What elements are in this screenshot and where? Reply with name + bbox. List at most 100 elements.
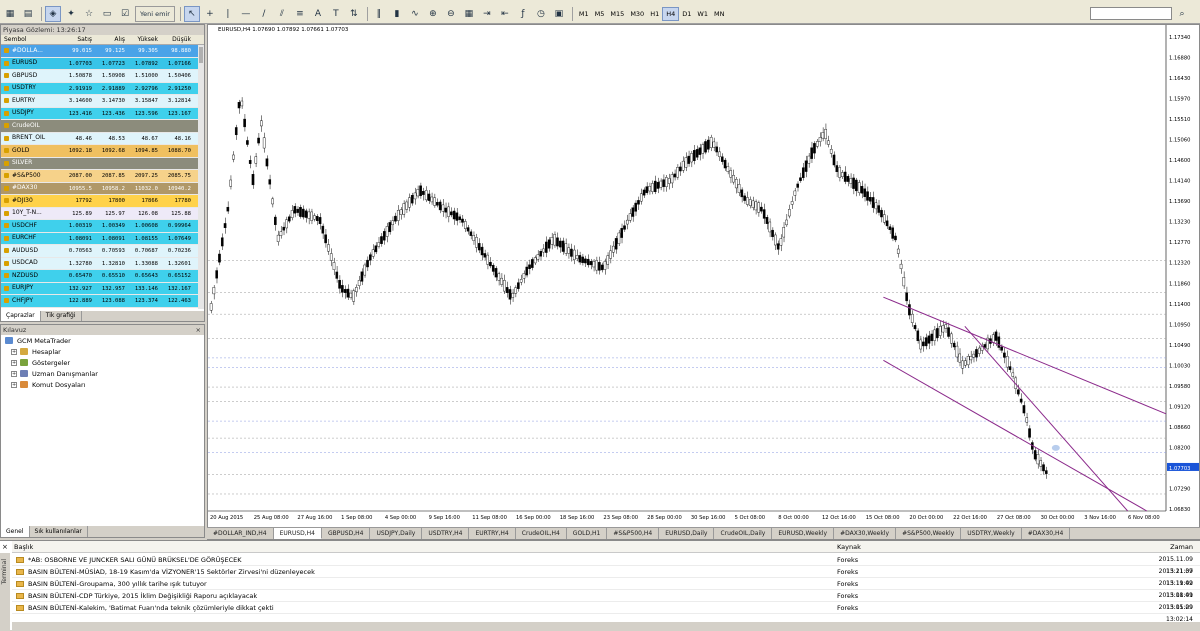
market-watch-row[interactable]: #DOLLA... 99.015 99.125 99.305 98.880 <box>1 45 204 58</box>
chart-tab[interactable]: CrudeOIL,Daily <box>714 528 773 539</box>
market-watch-row[interactable]: CrudeOIL <box>1 120 204 133</box>
arrows-icon[interactable]: ⇅ <box>346 6 362 22</box>
col-source[interactable]: Kaynak <box>837 541 1137 552</box>
profiles-icon[interactable]: ▤ <box>20 6 36 22</box>
market-watch-row[interactable]: EURJPY 132.927 132.957 133.146 132.167 <box>1 282 204 295</box>
news-row[interactable]: BASIN BÜLTENİ-Groupama, 300 yıllık tarih… <box>12 578 1200 599</box>
timeframe-h4[interactable]: H4 <box>662 6 680 21</box>
market-watch-row[interactable]: SILVER <box>1 157 204 170</box>
close-icon[interactable]: × <box>2 543 8 551</box>
tab-tick-chart[interactable]: Tik grafiği <box>41 311 82 321</box>
col-time[interactable]: Zaman <box>1137 541 1197 552</box>
chart-tab[interactable]: USDTRY,Weekly <box>961 528 1022 539</box>
market-watch-row[interactable]: CHFJPY 122.889 123.088 123.374 122.463 <box>1 295 204 308</box>
terminal-toggle-icon[interactable]: ▭ <box>99 6 115 22</box>
trendline-icon[interactable]: / <box>256 6 272 22</box>
periods-icon[interactable]: ◷ <box>533 6 549 22</box>
market-watch-row[interactable]: 10Y_T-N... 125.89 125.97 126.08 125.88 <box>1 207 204 220</box>
expand-icon[interactable]: + <box>11 348 17 355</box>
line-chart-icon[interactable]: ∿ <box>407 6 423 22</box>
navigator-item-indicators[interactable]: + Göstergeler <box>1 357 204 368</box>
tab-symbols[interactable]: Çaprazlar <box>1 311 41 321</box>
col-symbol[interactable]: Sembol <box>1 35 61 44</box>
chart-window[interactable]: EURUSD,H4 1.07690 1.07892 1.07661 1.0770… <box>207 24 1200 540</box>
chart-tab[interactable]: #DAX30,H4 <box>1022 528 1071 539</box>
zoom-in-icon[interactable]: ⊕ <box>425 6 441 22</box>
market-watch-row[interactable]: #S&P500 2087.00 2087.85 2097.25 2085.75 <box>1 170 204 183</box>
tester-icon[interactable]: ☑ <box>117 6 133 22</box>
bar-chart-icon[interactable]: ‖ <box>371 6 387 22</box>
chart-tab[interactable]: EURTRY,H4 <box>469 528 516 539</box>
data-window-icon[interactable]: ✦ <box>63 6 79 22</box>
label-icon[interactable]: T <box>328 6 344 22</box>
expand-icon[interactable]: + <box>11 381 17 388</box>
timeframe-m15[interactable]: M15 <box>607 7 627 21</box>
market-watch-row[interactable]: EURUSD 1.07703 1.07723 1.07892 1.07166 <box>1 57 204 70</box>
col-high[interactable]: Yüksek <box>127 35 160 44</box>
fibonacci-icon[interactable]: ≡ <box>292 6 308 22</box>
navigator-item-experts[interactable]: + Uzman Danışmanlar <box>1 368 204 379</box>
chart-tab[interactable]: #S&P500,H4 <box>607 528 660 539</box>
col-ask[interactable]: Alış <box>94 35 127 44</box>
timeframe-h1[interactable]: H1 <box>647 7 662 21</box>
search-input[interactable] <box>1090 7 1172 20</box>
timeframe-m1[interactable]: M1 <box>576 7 592 21</box>
search-icon[interactable]: ⌕ <box>1174 6 1190 22</box>
chart-tab[interactable]: USDTRY,H4 <box>422 528 470 539</box>
market-watch-toggle-icon[interactable]: ◈ <box>45 5 61 22</box>
market-watch-row[interactable]: #DAX30 10955.5 10958.2 11032.0 10940.2 <box>1 182 204 195</box>
tab-general[interactable]: Genel <box>1 526 30 537</box>
navigator-root[interactable]: GCM MetaTrader <box>1 335 204 346</box>
chart-tab[interactable]: EURUSD,Weekly <box>772 528 835 539</box>
new-chart-icon[interactable]: ▦ <box>2 6 18 22</box>
chart-tab[interactable]: EURUSD,H4 <box>273 528 323 539</box>
market-watch-row[interactable]: #DJI30 17792 17800 17866 17780 <box>1 195 204 208</box>
market-watch-row[interactable]: EURCHF 1.08091 1.08091 1.08155 1.07649 <box>1 232 204 245</box>
tab-favorites[interactable]: Sık kullanılanlar <box>30 526 88 537</box>
chart-tab[interactable]: GOLD,H1 <box>567 528 608 539</box>
news-row[interactable]: BASIN BÜLTENİ-Kalekim, 'Batimat Fuarı'nd… <box>12 602 1200 623</box>
expand-icon[interactable]: + <box>11 359 17 366</box>
chart-tab[interactable]: #S&P500,Weekly <box>896 528 962 539</box>
market-watch-row[interactable]: BRENT_OIL 48.46 48.53 48.67 48.16 <box>1 132 204 145</box>
market-watch-row[interactable]: USDTRY 2.91919 2.91889 2.92796 2.91250 <box>1 82 204 95</box>
timeframe-m30[interactable]: M30 <box>627 7 647 21</box>
crosshair-icon[interactable]: + <box>202 6 218 22</box>
market-watch-row[interactable]: GOLD 1092.18 1092.68 1094.85 1088.70 <box>1 145 204 158</box>
chart-tab[interactable]: #DAX30,Weekly <box>834 528 897 539</box>
col-title[interactable]: Başlık <box>12 541 837 552</box>
market-watch-row[interactable]: EURTRY 3.14600 3.14730 3.15847 3.12814 <box>1 95 204 108</box>
market-watch-scrollbar[interactable] <box>198 45 204 309</box>
chart-tab[interactable]: EURUSD,Daily <box>659 528 715 539</box>
text-icon[interactable]: A <box>310 6 326 22</box>
channel-icon[interactable]: ⫽ <box>274 6 290 22</box>
timeframe-m5[interactable]: M5 <box>592 7 608 21</box>
news-row[interactable]: BASIN BÜLTENİ-CDP Türkiye, 2015 İklim De… <box>12 590 1200 611</box>
chart-tab[interactable]: USDJPY,Daily <box>370 528 423 539</box>
market-watch-row[interactable]: USDCHF 1.00319 1.00349 1.00608 0.99964 <box>1 220 204 233</box>
navigator-toggle-icon[interactable]: ☆ <box>81 6 97 22</box>
navigator-item-scripts[interactable]: + Komut Dosyaları <box>1 379 204 390</box>
vertical-line-icon[interactable]: | <box>220 6 236 22</box>
horizontal-line-icon[interactable]: — <box>238 6 254 22</box>
candle-chart-icon[interactable]: ▮ <box>389 6 405 22</box>
chart-tab[interactable]: GBPUSD,H4 <box>322 528 371 539</box>
price-chart[interactable]: 1.17340 1.16880 1.16430 1.15970 1.15510 1.150… <box>208 25 1199 528</box>
news-row[interactable]: BASIN BÜLTENİ-MÜSİAD, 18-19 Kasım'da VİZ… <box>12 566 1200 587</box>
news-row[interactable]: *AB: OSBORNE VE JUNCKER SALI GÜNÜ BRÜKSE… <box>12 554 1200 575</box>
market-watch-row[interactable]: USDCAD 1.32780 1.32810 1.33088 1.32601 <box>1 257 204 270</box>
market-watch-row[interactable]: GBPUSD 1.50878 1.50908 1.51000 1.50406 <box>1 70 204 83</box>
tile-windows-icon[interactable]: ▦ <box>461 6 477 22</box>
expand-icon[interactable]: + <box>11 370 17 377</box>
templates-icon[interactable]: ▣ <box>551 6 567 22</box>
col-bid[interactable]: Satış <box>61 35 94 44</box>
navigator-item-accounts[interactable]: + Hesaplar <box>1 346 204 357</box>
zoom-out-icon[interactable]: ⊖ <box>443 6 459 22</box>
chart-tab[interactable]: CrudeOIL,H4 <box>516 528 567 539</box>
close-icon[interactable]: × <box>196 325 201 335</box>
col-low[interactable]: Düşük <box>160 35 193 44</box>
market-watch-row[interactable]: NZDUSD 0.65470 0.65510 0.65643 0.65152 <box>1 270 204 283</box>
cursor-icon[interactable]: ↖ <box>183 5 200 22</box>
chart-shift-icon[interactable]: ⇤ <box>497 6 513 22</box>
new-order-button[interactable]: Yeni emir <box>135 5 175 22</box>
